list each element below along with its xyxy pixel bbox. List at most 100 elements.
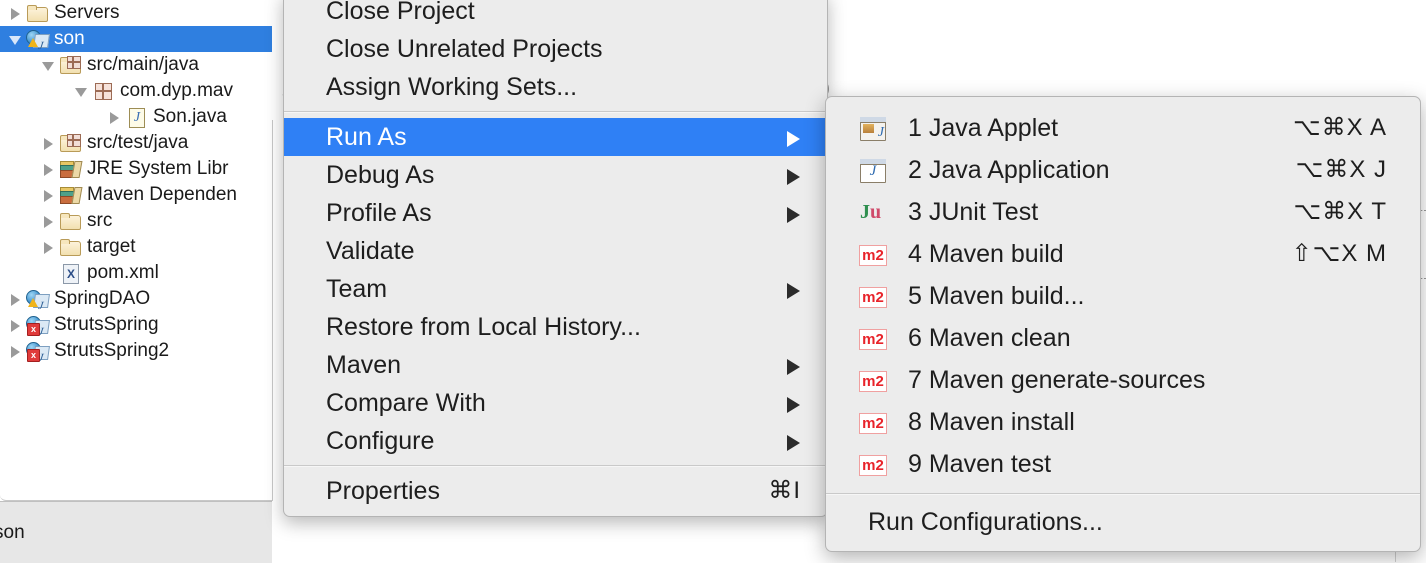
- run-as-item-label: Run Configurations...: [868, 508, 1103, 536]
- chevron-right-icon[interactable]: [41, 188, 56, 203]
- menu-item-label: Close Unrelated Projects: [326, 35, 603, 63]
- run-as-item-label: 2 Java Application: [908, 156, 1110, 184]
- menu-item-assign-working-sets[interactable]: Assign Working Sets...: [284, 68, 827, 106]
- run-as-item-run-configurations[interactable]: Run Configurations...: [826, 501, 1420, 543]
- run-as-item-7-maven-generate-sources[interactable]: m2 7 Maven generate-sources: [826, 359, 1420, 401]
- menu-item-shortcut: ⌘I: [768, 477, 801, 504]
- tree-item-target[interactable]: target: [0, 234, 272, 260]
- chevron-right-icon[interactable]: [41, 162, 56, 177]
- run-as-item-label: 9 Maven test: [908, 450, 1052, 478]
- run-as-item-4-maven-build[interactable]: m2 4 Maven build ⇧⌥X M: [826, 233, 1420, 275]
- status-bar: son: [0, 501, 272, 563]
- m2-icon: m2: [859, 455, 887, 476]
- menu-item-team[interactable]: Team: [284, 270, 827, 308]
- run-as-item-label: 3 JUnit Test: [908, 198, 1039, 226]
- tree-item-label: Servers: [54, 2, 120, 23]
- run-as-item-label: 5 Maven build...: [908, 282, 1085, 310]
- tree-item-servers[interactable]: Servers: [0, 0, 272, 26]
- menu-item-label: Close Project: [326, 0, 475, 25]
- tree-item-label: pom.xml: [87, 262, 159, 283]
- menu-item-profile-as[interactable]: Profile As: [284, 194, 827, 232]
- chevron-right-icon[interactable]: [41, 136, 56, 151]
- project-explorer-tree[interactable]: Servers Json src/main/java com.dyp.mav J Son.…: [0, 0, 273, 501]
- run-as-item-9-maven-test[interactable]: m2 9 Maven test: [826, 443, 1420, 485]
- menu-item-run-as[interactable]: Run As: [284, 118, 827, 156]
- tree-item-jre-system-libr[interactable]: JRE System Libr: [0, 156, 272, 182]
- project-context-menu[interactable]: Close Project Close Unrelated Projects Ass…: [283, 0, 828, 517]
- tree-item-strutsspring[interactable]: Jx StrutsSpring: [0, 312, 272, 338]
- chevron-right-icon[interactable]: [41, 214, 56, 229]
- chevron-right-icon[interactable]: [8, 344, 23, 359]
- tree-item-label: Son.java: [153, 106, 227, 127]
- menu-separator: [284, 111, 827, 113]
- menu-item-label: Validate: [326, 237, 415, 265]
- tree-item-src-main-java[interactable]: src/main/java: [0, 52, 272, 78]
- menu-item-label: Maven: [326, 351, 402, 379]
- run-as-item-3-junit-test[interactable]: Ju 3 JUnit Test ⌥⌘X T: [826, 191, 1420, 233]
- menu-item-configure[interactable]: Configure: [284, 422, 827, 460]
- run-as-item-shortcut: ⌥⌘X A: [1292, 114, 1387, 141]
- tree-item-src-test-java[interactable]: src/test/java: [0, 130, 272, 156]
- project-error-icon: Jx: [26, 341, 50, 364]
- tree-item-pom-xml[interactable]: Xpom.xml: [0, 260, 272, 286]
- chevron-right-icon[interactable]: [8, 6, 23, 21]
- project-warning-icon: J: [26, 29, 50, 52]
- tree-item-strutsspring2[interactable]: Jx StrutsSpring2: [0, 338, 272, 364]
- chevron-down-icon[interactable]: [74, 84, 89, 99]
- run-as-item-label: 8 Maven install: [908, 408, 1075, 436]
- submenu-arrow-icon: [787, 207, 800, 223]
- menu-item-label: Configure: [326, 427, 435, 455]
- menu-item-debug-as[interactable]: Debug As: [284, 156, 827, 194]
- junit-icon: Ju: [860, 201, 882, 223]
- folder-icon: [59, 237, 81, 257]
- submenu-arrow-icon: [787, 169, 800, 185]
- tree-item-label: JRE System Libr: [87, 158, 229, 179]
- run-as-item-label: 6 Maven clean: [908, 324, 1071, 352]
- java-file-icon: J: [125, 107, 147, 128]
- run-as-item-5-maven-build[interactable]: m2 5 Maven build...: [826, 275, 1420, 317]
- menu-item-close-unrelated-projects[interactable]: Close Unrelated Projects: [284, 30, 827, 68]
- submenu-arrow-icon: [787, 283, 800, 299]
- run-as-item-2-java-application[interactable]: J 2 Java Application ⌥⌘X J: [826, 149, 1420, 191]
- submenu-arrow-icon: [787, 131, 800, 147]
- chevron-right-icon[interactable]: [107, 110, 122, 125]
- xml-file-icon: X: [59, 263, 81, 284]
- tree-item-son[interactable]: Json: [0, 26, 272, 52]
- chevron-down-icon[interactable]: [41, 58, 56, 73]
- menu-item-compare-with[interactable]: Compare With: [284, 384, 827, 422]
- tree-item-son-java[interactable]: J Son.java: [0, 104, 272, 130]
- java-application-icon: J: [860, 159, 886, 183]
- menu-item-validate[interactable]: Validate: [284, 232, 827, 270]
- tree-item-label: StrutsSpring: [54, 314, 159, 335]
- run-as-item-shortcut: ⇧⌥X M: [1291, 240, 1387, 267]
- menu-item-restore-from-local-history[interactable]: Restore from Local History...: [284, 308, 827, 346]
- tree-item-src[interactable]: src: [0, 208, 272, 234]
- run-as-item-label: 4 Maven build: [908, 240, 1064, 268]
- chevron-right-icon[interactable]: [8, 292, 23, 307]
- run-as-item-label: 1 Java Applet: [908, 114, 1059, 142]
- run-as-submenu[interactable]: J 1 Java Applet ⌥⌘X A J 2 Java Application ⌥⌘…: [825, 96, 1421, 552]
- chevron-right-icon[interactable]: [41, 240, 56, 255]
- menu-item-properties[interactable]: Properties ⌘I: [284, 472, 827, 510]
- package-icon: [92, 81, 114, 101]
- run-as-item-1-java-applet[interactable]: J 1 Java Applet ⌥⌘X A: [826, 107, 1420, 149]
- source-folder-icon: [59, 133, 81, 153]
- m2-icon: m2: [859, 371, 887, 392]
- chevron-down-icon[interactable]: [8, 32, 23, 47]
- menu-separator: [284, 465, 827, 467]
- menu-item-label: Run As: [326, 123, 407, 151]
- menu-item-maven[interactable]: Maven: [284, 346, 827, 384]
- tree-item-maven-dependen[interactable]: Maven Dependen: [0, 182, 272, 208]
- tree-item-label: StrutsSpring2: [54, 340, 170, 361]
- menu-item-label: Debug As: [326, 161, 435, 189]
- run-as-item-6-maven-clean[interactable]: m2 6 Maven clean: [826, 317, 1420, 359]
- tree-item-label: src/main/java: [87, 54, 199, 75]
- menu-item-close-project[interactable]: Close Project: [284, 0, 827, 30]
- run-as-item-8-maven-install[interactable]: m2 8 Maven install: [826, 401, 1420, 443]
- tree-item-springdao[interactable]: J SpringDAO: [0, 286, 272, 312]
- chevron-right-icon[interactable]: [8, 318, 23, 333]
- tree-item-com-dyp-mav[interactable]: com.dyp.mav: [0, 78, 272, 104]
- m2-icon: m2: [859, 245, 887, 266]
- status-bar-text: son: [0, 522, 25, 543]
- library-icon: [59, 185, 83, 205]
